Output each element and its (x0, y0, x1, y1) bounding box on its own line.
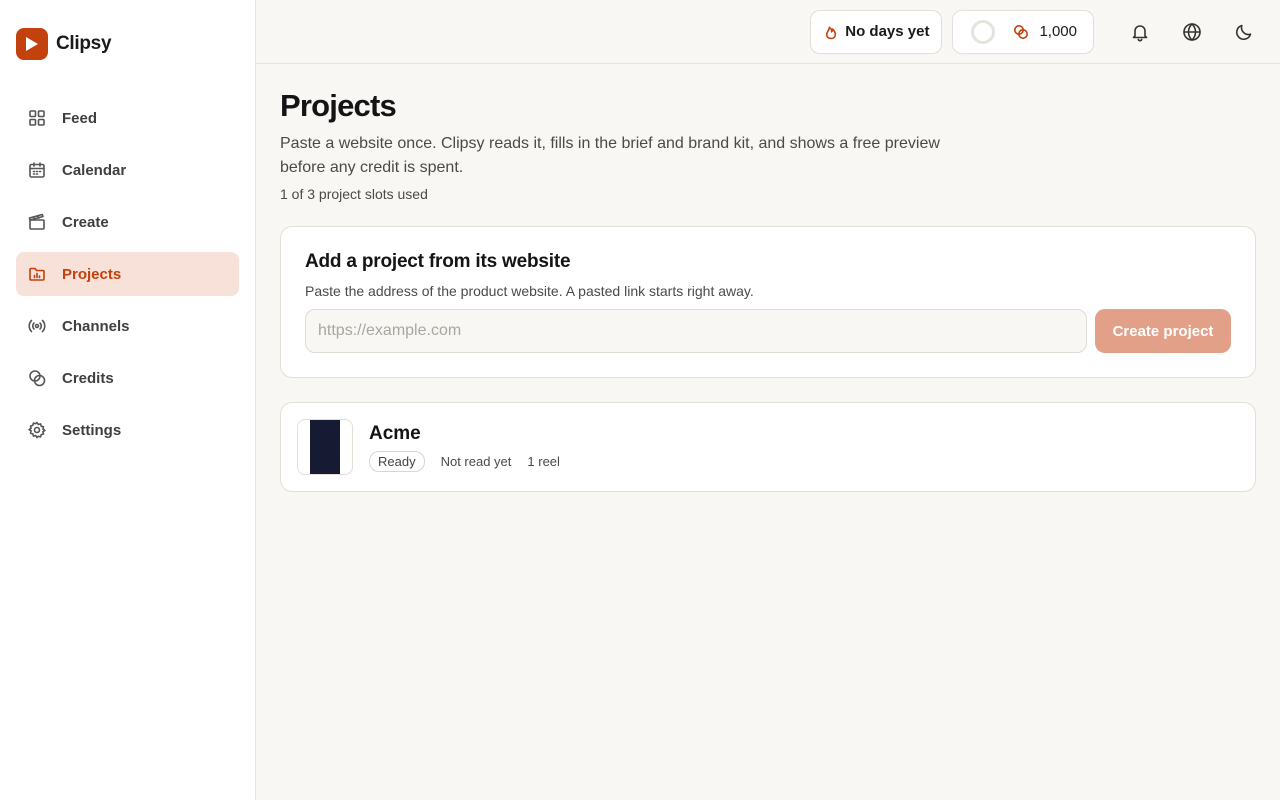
sidebar-item-credits[interactable]: Credits (16, 356, 239, 400)
notifications-button[interactable] (1120, 12, 1160, 52)
brand-name: Clipsy (56, 33, 112, 54)
moon-icon (1236, 24, 1252, 40)
project-info: Acme Ready Not read yet 1 reel (369, 423, 560, 472)
play-logo-icon (16, 28, 48, 60)
sidebar-item-label: Calendar (62, 161, 127, 179)
streak-label: No days yet (845, 23, 930, 40)
add-project-title: Add a project from its website (305, 251, 571, 272)
project-card-acme[interactable]: Acme Ready Not read yet 1 reel (280, 402, 1256, 492)
folder-chart-icon (28, 265, 46, 283)
slots-usage: 1 of 3 project slots used (280, 186, 428, 202)
project-meta: Ready Not read yet 1 reel (369, 450, 560, 472)
flame-icon (826, 25, 837, 39)
sidebar-item-label: Create (62, 213, 109, 231)
project-name: Acme (369, 422, 421, 444)
gear-icon (28, 421, 46, 439)
globe-icon (1183, 22, 1201, 41)
sidebar-item-label: Credits (62, 369, 114, 387)
bell-icon (1132, 24, 1148, 41)
status-badge: Ready (369, 450, 425, 472)
sidebar-item-channels[interactable]: Channels (16, 304, 239, 348)
sidebar-item-create[interactable]: Create (16, 200, 239, 244)
calendar-icon (28, 161, 46, 179)
streak-pill[interactable]: No days yet (810, 9, 943, 54)
sidebar-item-label: Projects (62, 265, 122, 283)
sidebar-item-label: Feed (62, 109, 98, 127)
sidebar-item-feed[interactable]: Feed (16, 96, 239, 140)
reel-count: 1 reel (527, 453, 560, 469)
website-url-input[interactable] (305, 309, 1087, 353)
add-project-form: Create project (305, 309, 1231, 353)
add-project-card: Add a project from its website Paste the… (280, 226, 1256, 378)
brand[interactable]: Clipsy (16, 0, 239, 88)
topbar: No days yet 1,000 (256, 0, 1280, 64)
create-project-button[interactable]: Create project (1095, 309, 1231, 353)
language-button[interactable] (1172, 12, 1212, 52)
add-project-help: Paste the address of the product website… (305, 283, 754, 299)
read-state: Not read yet (440, 453, 512, 469)
credits-value: 1,000 (1039, 23, 1077, 40)
coins-icon (28, 369, 46, 387)
page-description: Paste a website once. Clipsy reads it, f… (280, 135, 940, 176)
progress-ring (971, 19, 996, 44)
main: No days yet 1,000 Projects Paste a websi… (256, 0, 1280, 800)
project-thumbnail (297, 419, 353, 475)
sidebar-item-label: Channels (62, 317, 130, 335)
sidebar-item-calendar[interactable]: Calendar (16, 148, 239, 192)
grid-icon (28, 109, 46, 127)
clapperboard-icon (28, 213, 46, 231)
projects-content: Projects Paste a website once. Clipsy re… (256, 64, 1280, 492)
broadcast-icon (28, 317, 46, 335)
coins-icon (1014, 24, 1029, 39)
sidebar-item-projects[interactable]: Projects (16, 252, 239, 296)
thumbnail-image (310, 420, 340, 474)
credits-pill[interactable]: 1,000 (952, 9, 1094, 54)
sidebar-item-settings[interactable]: Settings (16, 408, 239, 452)
sidebar-item-label: Settings (62, 421, 122, 439)
sidebar: Clipsy Feed Calendar Create Projects Cha… (0, 0, 256, 800)
theme-toggle-button[interactable] (1224, 12, 1264, 52)
sidebar-nav: Feed Calendar Create Projects Channels C… (16, 96, 239, 452)
page-title: Projects (280, 88, 397, 123)
